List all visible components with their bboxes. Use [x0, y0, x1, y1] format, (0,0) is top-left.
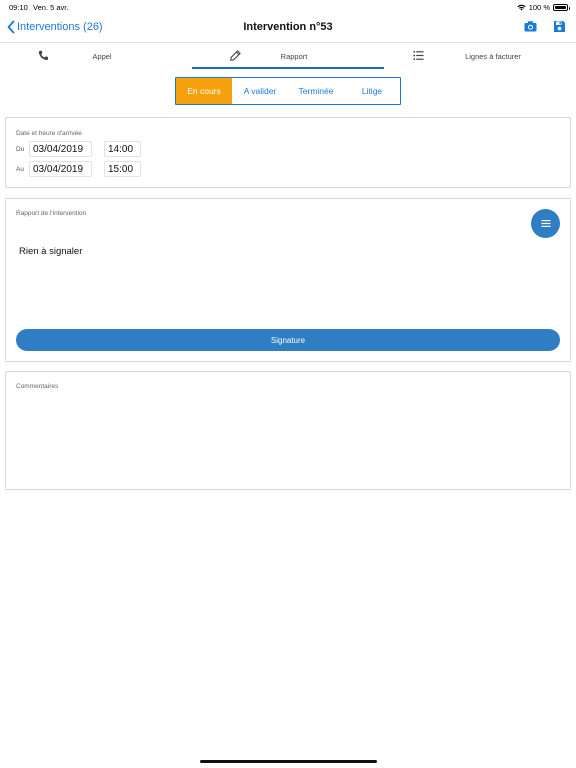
wifi-icon — [517, 4, 526, 11]
save-icon[interactable] — [553, 20, 566, 33]
to-time-field[interactable]: 15:00 — [104, 161, 141, 177]
battery-icon — [553, 4, 570, 11]
battery-fill — [555, 6, 566, 9]
status-segmented-control: En cours A valider Terminée Litige — [175, 77, 401, 105]
tab-label: Lignes à facturer — [465, 51, 521, 61]
page-title: Intervention n°53 — [243, 21, 333, 33]
tab-lignes-a-facturer[interactable]: Lignes à facturer — [384, 43, 576, 69]
tab-rapport[interactable]: Rapport — [192, 43, 384, 69]
home-indicator — [200, 760, 377, 763]
tab-bar: Appel Rapport Lignes à facturer — [0, 43, 576, 69]
tab-appel[interactable]: Appel — [0, 43, 192, 69]
menu-icon — [541, 220, 550, 227]
segment-en-cours[interactable]: En cours — [176, 78, 232, 104]
arrival-title: Date et heure d'arrivée — [16, 130, 82, 137]
status-time: 09:10 — [9, 3, 28, 12]
phone-icon — [38, 50, 48, 61]
from-date-field[interactable]: 03/04/2019 — [29, 141, 92, 157]
segment-terminee[interactable]: Terminée — [288, 78, 344, 104]
report-title: Rapport de l'intervention — [16, 210, 87, 217]
to-row: Au 03/04/2019 15:00 — [16, 161, 141, 177]
report-card: Rapport de l'intervention Rien à signale… — [5, 198, 571, 362]
segment-a-valider[interactable]: A valider — [232, 78, 288, 104]
report-text-area[interactable]: Rien à signaler — [19, 246, 82, 257]
list-icon — [413, 51, 424, 60]
arrival-card: Date et heure d'arrivée Du 03/04/2019 14… — [5, 117, 571, 188]
tab-label: Appel — [92, 51, 112, 61]
comments-title: Commentaires — [16, 383, 59, 390]
tab-label: Rapport — [280, 51, 308, 61]
camera-icon[interactable] — [524, 20, 537, 33]
navigation-bar: Interventions (26) Intervention n°53 — [0, 13, 576, 43]
comments-card[interactable]: Commentaires — [5, 371, 571, 490]
pencil-icon — [230, 50, 241, 61]
from-label: Du — [16, 145, 25, 153]
battery-percent: 100 % — [528, 3, 550, 12]
nav-actions — [524, 20, 566, 33]
segment-litige[interactable]: Litige — [344, 78, 400, 104]
active-tab-indicator — [192, 67, 384, 69]
to-label: Au — [16, 165, 24, 173]
signature-button[interactable]: Signature — [16, 329, 560, 351]
menu-button[interactable] — [531, 209, 560, 238]
status-bar: 09:10 Ven. 5 avr. 100 % — [0, 0, 576, 13]
status-date: Ven. 5 avr. — [33, 3, 69, 12]
from-time-field[interactable]: 14:00 — [104, 141, 141, 157]
to-date-field[interactable]: 03/04/2019 — [29, 161, 92, 177]
status-indicators: 100 % — [517, 3, 570, 12]
from-row: Du 03/04/2019 14:00 — [16, 141, 141, 157]
